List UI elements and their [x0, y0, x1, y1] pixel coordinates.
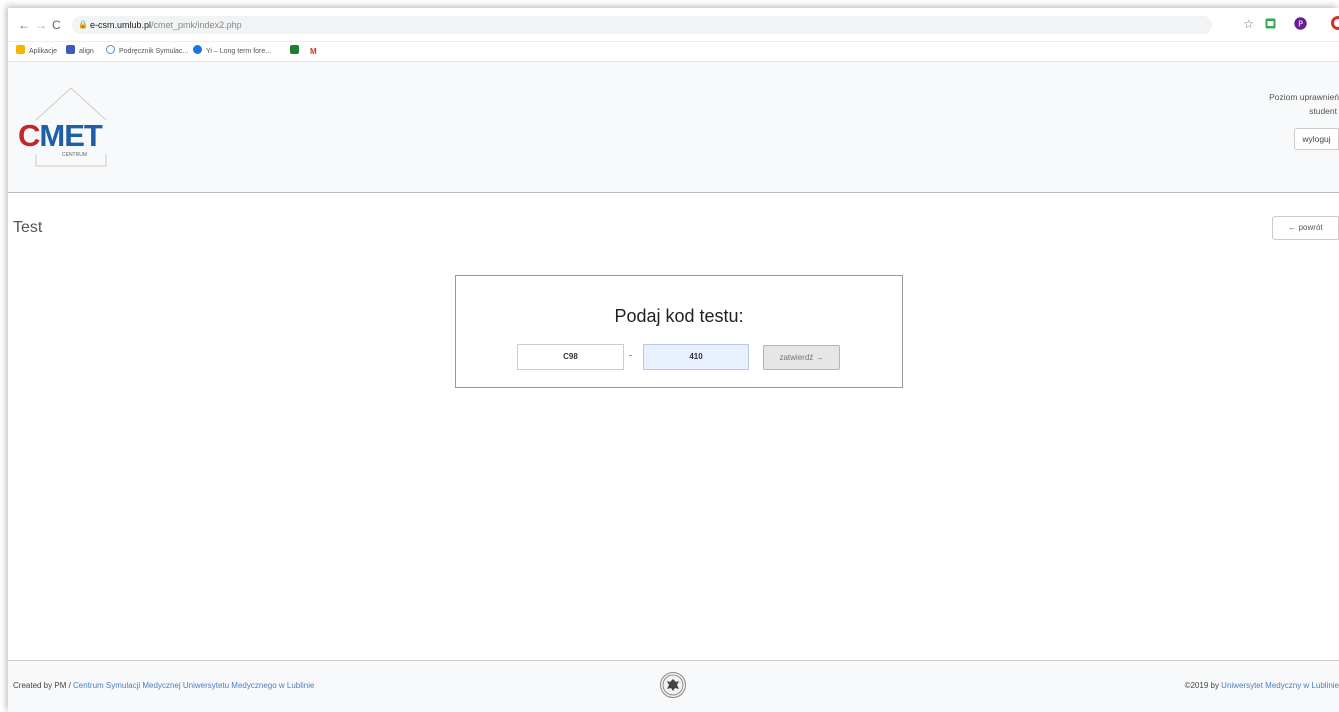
cmet-logo[interactable]: CMET CENTRUM [16, 84, 126, 174]
lock-icon: 🔒 [78, 20, 88, 29]
test-code-part2-input[interactable]: 410 [643, 344, 749, 370]
browser-window: ← → C 🔒 e-csm.umlub.pl/cmet_pmk/index2.p… [8, 8, 1339, 712]
copyright-text: ©2019 by [1184, 681, 1222, 690]
university-emblem-icon [660, 672, 686, 698]
submit-button[interactable]: zatwierdź → [763, 345, 840, 370]
footer-credits: Created by PM / Centrum Symulacji Medycz… [13, 681, 314, 690]
permission-level: Poziom uprawnień student [1269, 90, 1339, 118]
bookmark-long-term[interactable]: Yi – Long term fore... [193, 45, 271, 59]
green-square-icon [290, 45, 299, 54]
address-bar[interactable]: 🔒 e-csm.umlub.pl/cmet_pmk/index2.php [72, 16, 1212, 34]
logo-subtitle: CENTRUM [62, 152, 87, 158]
permission-label: Poziom uprawnień [1269, 92, 1339, 102]
back-arrow-icon[interactable]: ← [18, 18, 30, 32]
permission-value: student [1309, 106, 1337, 116]
test-code-part1-input[interactable]: C98 [517, 344, 624, 370]
sheets-extension-icon[interactable] [1265, 14, 1276, 34]
align-icon [66, 45, 75, 54]
code-separator: - [629, 350, 632, 360]
profile-avatar-icon[interactable]: P [1294, 14, 1307, 34]
reload-icon[interactable]: C [52, 18, 61, 32]
opera-extension-icon[interactable] [1331, 14, 1339, 34]
logo-wordmark: CMET [18, 118, 103, 153]
bookmarks-bar: Aplikacje align Podręcznik Symulac... Yi… [8, 42, 1339, 62]
globe-icon [106, 45, 115, 54]
csm-link[interactable]: Centrum Symulacji Medycznej Uniwersytetu… [73, 681, 314, 690]
browser-toolbar: ← → C 🔒 e-csm.umlub.pl/cmet_pmk/index2.p… [8, 8, 1339, 42]
apps-grid-icon [16, 45, 25, 54]
footer-copyright: ©2019 by Uniwersytet Medyczny w Lublinie [1185, 681, 1339, 690]
bookmark-green[interactable] [290, 45, 303, 59]
bookmark-star-icon[interactable]: ☆ [1243, 14, 1254, 34]
back-button[interactable]: ← powrót [1272, 216, 1339, 240]
site-header: CMET CENTRUM Poziom uprawnień student wy… [8, 62, 1339, 193]
circle-site-icon [193, 45, 202, 54]
test-code-form: Podaj kod testu: C98 - 410 zatwierdź → [455, 275, 903, 388]
logout-button[interactable]: wyloguj [1294, 128, 1339, 150]
site-footer: Created by PM / Centrum Symulacji Medycz… [8, 660, 1339, 712]
svg-text:P: P [1298, 20, 1303, 29]
forward-arrow-icon[interactable]: → [35, 18, 47, 32]
page-title: Test [13, 219, 43, 236]
gmail-icon[interactable]: M [310, 45, 317, 59]
url-path: /cmet_pmk/index2.php [151, 20, 242, 30]
bookmark-align[interactable]: align [66, 45, 94, 59]
created-by-text: Created by PM / [13, 681, 74, 690]
bookmark-podrecznik[interactable]: Podręcznik Symulac... [106, 45, 188, 59]
test-code-heading: Podaj kod testu: [614, 306, 744, 326]
url-host: e-csm.umlub.pl [90, 20, 152, 30]
bookmark-apps[interactable]: Aplikacje [16, 45, 57, 59]
umlub-link[interactable]: Uniwersytet Medyczny w Lublinie [1221, 681, 1339, 690]
